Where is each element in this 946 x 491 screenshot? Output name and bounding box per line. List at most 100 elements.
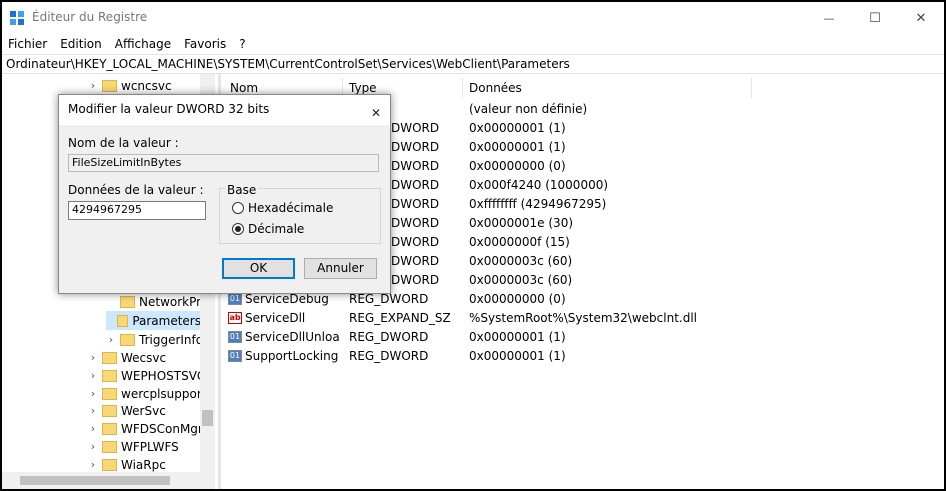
address-bar[interactable]: Ordinateur\HKEY_LOCAL_MACHINE\SYSTEM\Cur… bbox=[2, 54, 944, 74]
ok-button[interactable]: OK bbox=[222, 258, 295, 279]
tree-horizontal-scroll-thumb[interactable] bbox=[20, 476, 170, 485]
tree-item-wephostsvc[interactable]: › WEPHOSTSVC bbox=[88, 366, 206, 385]
radio-hexadecimal[interactable]: Hexadécimale bbox=[232, 201, 333, 215]
close-icon: ✕ bbox=[915, 10, 927, 26]
value-name-cell: ServiceDllUnloa... bbox=[245, 330, 341, 344]
menu-help[interactable]: ? bbox=[233, 34, 252, 54]
radio-decimal-label: Décimale bbox=[248, 222, 305, 236]
value-data-cell: %SystemRoot%\System32\webclnt.dll bbox=[469, 311, 697, 325]
regedit-app-icon bbox=[10, 11, 24, 25]
value-data-cell: 0x00000001 (1) bbox=[469, 140, 566, 154]
column-header-data[interactable]: Données bbox=[463, 78, 752, 98]
folder-icon bbox=[102, 351, 117, 364]
value-type-cell: REG_DWORD bbox=[349, 330, 429, 344]
registry-editor-window: Éditeur du Registre — ☐ ✕ Fichier Editio… bbox=[2, 2, 944, 489]
value-name-label: Nom de la valeur : bbox=[68, 136, 179, 150]
tree-item-label: Parameters bbox=[132, 313, 201, 328]
chevron-right-icon[interactable]: › bbox=[88, 437, 98, 456]
chevron-right-icon[interactable]: › bbox=[88, 366, 98, 385]
value-type-cell: DWORD bbox=[391, 235, 440, 249]
value-name-field: FileSizeLimitInBytes bbox=[68, 154, 379, 172]
tree-item-wfdsconmgrsvc[interactable]: › WFDSConMgrS bbox=[88, 419, 211, 438]
value-data-cell: 0xffffffff (4294967295) bbox=[469, 197, 607, 211]
value-type-cell: REG_EXPAND_SZ bbox=[349, 311, 451, 325]
tree-item-label: wercplsupport bbox=[121, 386, 207, 401]
folder-icon bbox=[102, 440, 117, 453]
title-bar: Éditeur du Registre — ☐ ✕ bbox=[2, 2, 944, 34]
radio-hexadecimal-label: Hexadécimale bbox=[248, 201, 334, 215]
value-data-cell: 0x00000001 (1) bbox=[469, 349, 566, 363]
string-value-icon: ab bbox=[228, 312, 242, 324]
tree-item-wfplwfs[interactable]: › WFPLWFS bbox=[88, 437, 179, 456]
close-icon: ✕ bbox=[371, 106, 382, 120]
tree-item-networkprovider[interactable]: NetworkPro bbox=[106, 292, 208, 311]
menu-fichier[interactable]: Fichier bbox=[2, 34, 54, 54]
chevron-right-icon[interactable]: › bbox=[88, 401, 98, 420]
binary-value-icon: 01 bbox=[228, 293, 242, 305]
menu-favoris[interactable]: Favoris bbox=[178, 34, 233, 54]
value-data-cell: 0x0000003c (60) bbox=[469, 254, 573, 268]
value-data-cell: 0x0000003c (60) bbox=[469, 273, 573, 287]
value-type-cell: DWORD bbox=[391, 178, 440, 192]
base-group-label: Base bbox=[225, 183, 259, 197]
radio-checked-icon[interactable] bbox=[232, 223, 244, 235]
folder-icon bbox=[102, 79, 117, 92]
folder-icon bbox=[102, 422, 117, 435]
tree-item-label: WFDSConMgrS bbox=[121, 421, 211, 436]
cancel-button[interactable]: Annuler bbox=[304, 258, 377, 279]
value-type-cell: REG_DWORD bbox=[349, 349, 429, 363]
value-type-cell: DWORD bbox=[391, 197, 440, 211]
menu-edition[interactable]: Edition bbox=[54, 34, 109, 54]
chevron-right-icon[interactable]: › bbox=[106, 330, 116, 349]
folder-icon bbox=[102, 404, 117, 417]
chevron-right-icon[interactable]: › bbox=[88, 348, 98, 367]
tree-item-triggerinfo[interactable]: › TriggerInfo bbox=[106, 330, 203, 349]
value-type-cell: DWORD bbox=[391, 273, 440, 287]
folder-icon bbox=[120, 333, 135, 346]
tree-item-parameters[interactable]: Parameters bbox=[106, 311, 201, 330]
maximize-icon: ☐ bbox=[869, 10, 881, 26]
tree-item-label: wcncsvc bbox=[121, 78, 172, 93]
folder-icon bbox=[102, 458, 117, 471]
tree-item-label: WEPHOSTSVC bbox=[121, 368, 206, 383]
minimize-button[interactable]: — bbox=[806, 2, 852, 34]
folder-icon bbox=[102, 369, 117, 382]
tree-item-label: WerSvc bbox=[121, 403, 166, 418]
radio-dot bbox=[235, 226, 241, 232]
maximize-button[interactable]: ☐ bbox=[852, 2, 898, 34]
tree-item-wersvc[interactable]: › WerSvc bbox=[88, 401, 166, 420]
dialog-title: Modifier la valeur DWORD 32 bits bbox=[68, 102, 270, 116]
chevron-right-icon[interactable]: › bbox=[88, 76, 98, 95]
value-data-cell: (valeur non définie) bbox=[469, 102, 588, 116]
tree-item-label: NetworkPro bbox=[139, 294, 209, 309]
tree-item-label: WFPLWFS bbox=[121, 439, 179, 454]
value-data-input[interactable]: 4294967295 bbox=[68, 201, 206, 220]
binary-value-icon: 01 bbox=[228, 350, 242, 362]
value-data-cell: 0x00000001 (1) bbox=[469, 330, 566, 344]
value-data-cell: 0x000f4240 (1000000) bbox=[469, 178, 609, 192]
binary-value-icon: 01 bbox=[228, 331, 242, 343]
folder-icon bbox=[117, 314, 129, 327]
close-window-button[interactable]: ✕ bbox=[898, 2, 944, 34]
tree-item-label: TriggerInfo bbox=[139, 332, 204, 347]
value-type-cell: DWORD bbox=[391, 140, 440, 154]
value-data-cell: 0x00000000 (0) bbox=[469, 292, 566, 306]
value-name-cell: ServiceDll bbox=[245, 311, 306, 325]
dialog-close-button[interactable]: ✕ bbox=[362, 99, 382, 120]
value-data-cell: 0x0000001e (30) bbox=[469, 216, 574, 230]
tree-vertical-scroll-thumb[interactable] bbox=[202, 410, 213, 426]
value-type-cell: DWORD bbox=[391, 216, 440, 230]
chevron-right-icon[interactable]: › bbox=[88, 419, 98, 438]
value-data-cell: 0x00000000 (0) bbox=[469, 159, 566, 173]
value-type-cell: DWORD bbox=[391, 159, 440, 173]
tree-item-wecsvc[interactable]: › Wecsvc bbox=[88, 348, 166, 367]
window-title: Éditeur du Registre bbox=[32, 10, 148, 24]
tree-item-wcncsvc[interactable]: › wcncsvc bbox=[88, 76, 172, 95]
value-type-cell: DWORD bbox=[391, 121, 440, 135]
menu-affichage[interactable]: Affichage bbox=[109, 34, 178, 54]
radio-unchecked-icon[interactable] bbox=[232, 202, 244, 214]
folder-icon bbox=[102, 387, 117, 400]
radio-decimal[interactable]: Décimale bbox=[232, 222, 304, 236]
folder-icon bbox=[120, 295, 135, 308]
